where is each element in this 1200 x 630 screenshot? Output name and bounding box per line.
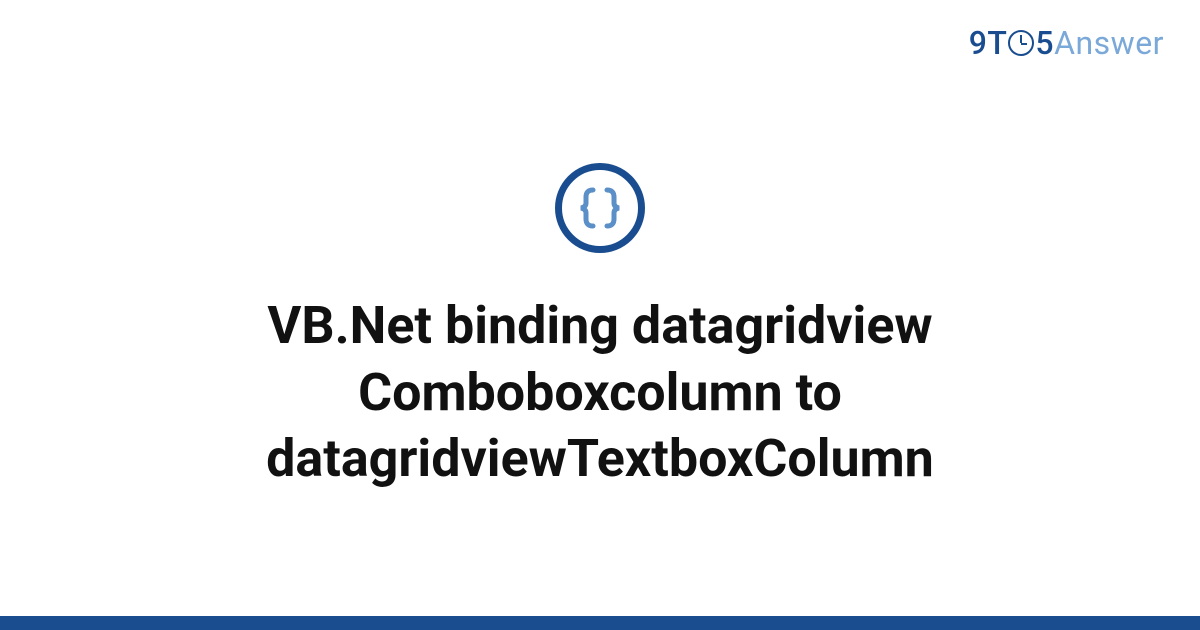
category-badge bbox=[555, 163, 645, 253]
page-title: VB.Net binding datagridview Comboboxcolu… bbox=[120, 293, 1080, 493]
main-content: VB.Net binding datagridview Comboboxcolu… bbox=[0, 0, 1200, 616]
bottom-accent-bar bbox=[0, 616, 1200, 630]
curly-braces-icon bbox=[576, 184, 624, 232]
